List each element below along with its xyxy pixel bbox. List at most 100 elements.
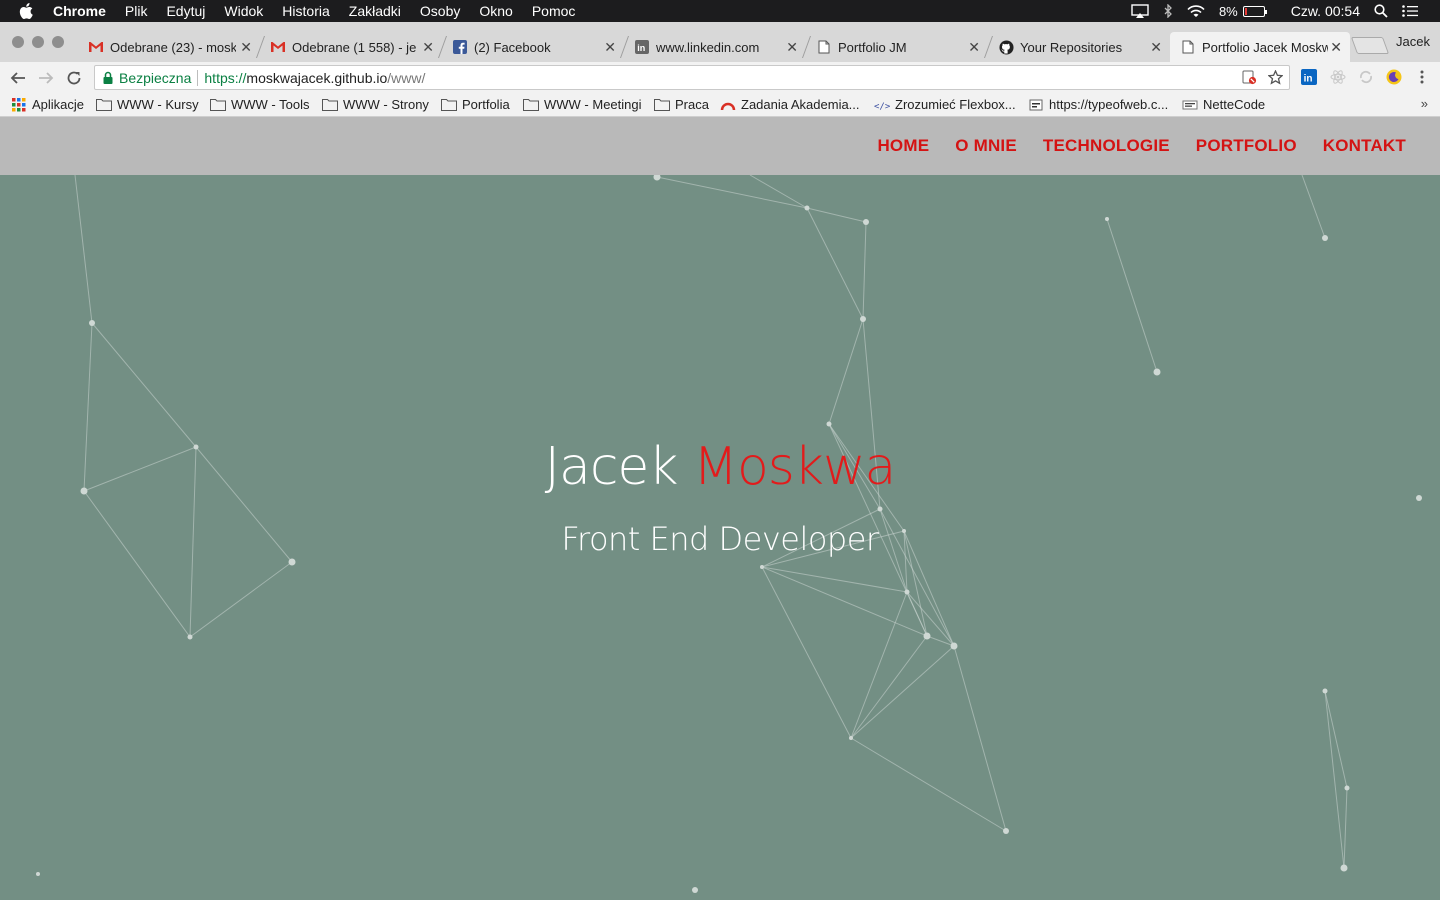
new-tab-button[interactable] [1350, 37, 1390, 54]
zoom-window-button[interactable] [52, 36, 64, 48]
menu-plik[interactable]: Plik [125, 3, 148, 19]
menubar-clock[interactable]: Czw. 00:54 [1291, 3, 1360, 19]
lock-icon[interactable] [103, 71, 113, 84]
bookmark-folder-kursy[interactable]: WWW - Kursy [96, 97, 199, 112]
bookmark-label: Aplikacje [32, 97, 85, 112]
url-path: /www/ [387, 69, 426, 86]
bookmark-label: Portfolia [462, 97, 510, 112]
akademia-icon [720, 98, 736, 112]
bookmark-folder-praca[interactable]: Praca [654, 97, 709, 112]
bookmark-label: Zadania Akademia... [741, 97, 860, 112]
profile-button[interactable]: Jacek [1396, 34, 1430, 49]
gmail-icon [270, 39, 286, 55]
bookmark-folder-strony[interactable]: WWW - Strony [322, 97, 429, 112]
chrome-menu-icon[interactable] [1413, 68, 1431, 86]
bookmark-folder-portfolia[interactable]: Portfolia [441, 97, 510, 112]
tab-title: Portfolio JM [838, 39, 907, 55]
nav-portfolio[interactable]: PORTFOLIO [1196, 136, 1297, 156]
linkedin-extension-icon[interactable]: in [1300, 68, 1318, 86]
hero-section: Jacek Moskwa Front End Developer [0, 175, 1440, 900]
address-bar[interactable]: Bezpieczna https://moskwajacek.github.io… [94, 65, 1290, 90]
bookmark-star-icon[interactable] [1267, 69, 1284, 88]
close-tab-icon[interactable]: ✕ [968, 39, 980, 56]
close-tab-icon[interactable]: ✕ [604, 39, 616, 56]
bluetooth-icon[interactable] [1163, 4, 1173, 18]
close-tab-icon[interactable]: ✕ [1330, 39, 1342, 56]
close-tab-icon[interactable]: ✕ [240, 39, 252, 56]
sync-extension-icon[interactable] [1357, 68, 1375, 86]
tab-linkedin[interactable]: in www.linkedin.com ✕ [619, 32, 806, 62]
menu-pomoc[interactable]: Pomoc [532, 3, 576, 19]
apps-grid-icon [11, 97, 27, 112]
svg-text:in: in [1304, 74, 1313, 85]
bookmark-zadania-akademia[interactable]: Zadania Akademia... [720, 97, 860, 112]
github-icon [998, 39, 1014, 55]
bookmark-label: WWW - Kursy [117, 97, 199, 112]
menu-okno[interactable]: Okno [479, 3, 512, 19]
tab-title: Your Repositories [1020, 39, 1123, 55]
menu-edytuj[interactable]: Edytuj [166, 3, 205, 19]
close-tab-icon[interactable]: ✕ [422, 39, 434, 56]
url-host: moskwajacek.github.io [246, 69, 388, 86]
nav-technologie[interactable]: TECHNOLOGIE [1043, 136, 1170, 156]
nav-home[interactable]: HOME [877, 136, 929, 156]
linkedin-icon: in [634, 39, 650, 55]
url-scheme: https:// [204, 69, 247, 86]
tab-portfolio-jm[interactable]: Portfolio JM ✕ [801, 32, 988, 62]
wifi-icon[interactable] [1187, 4, 1205, 18]
macos-menubar: Chrome Plik Edytuj Widok Historia Zakład… [0, 0, 1440, 22]
bookmark-typeofweb[interactable]: https://typeofweb.c... [1028, 97, 1168, 112]
react-devtools-icon[interactable] [1329, 68, 1347, 86]
tab-portfolio-active[interactable]: Portfolio Jacek Moskw ✕ [1170, 32, 1350, 62]
bookmark-folder-meetingi[interactable]: WWW - Meetingi [523, 97, 642, 112]
bookmark-nettecode[interactable]: NetteCode [1182, 97, 1265, 112]
bookmark-folder-tools[interactable]: WWW - Tools [210, 97, 309, 112]
menu-app-name[interactable]: Chrome [53, 3, 106, 19]
bookmark-flexbox[interactable]: </> Zrozumieć Flexbox... [874, 97, 1016, 112]
hero-name: Jacek Moskwa [0, 437, 1440, 497]
close-tab-icon[interactable]: ✕ [786, 39, 798, 56]
window-controls [12, 36, 72, 48]
airplay-icon[interactable] [1131, 4, 1149, 18]
tab-github[interactable]: Your Repositories ✕ [983, 32, 1170, 62]
typeofweb-icon [1028, 98, 1044, 112]
minimize-window-button[interactable] [32, 36, 44, 48]
address-divider [197, 69, 199, 86]
close-window-button[interactable] [12, 36, 24, 48]
bookmark-label: Zrozumieć Flexbox... [895, 97, 1016, 112]
tab-gmail-2[interactable]: Odebrane (1 558) - je ✕ [255, 32, 442, 62]
bookmark-label: Praca [675, 97, 709, 112]
bookmarks-overflow-button[interactable]: » [1421, 96, 1428, 111]
menu-widok[interactable]: Widok [224, 3, 263, 19]
notification-center-icon[interactable] [1402, 5, 1418, 17]
folder-icon [523, 98, 539, 112]
gmail-icon [88, 39, 104, 55]
tab-title: Odebrane (1 558) - je [292, 39, 417, 55]
search-icon[interactable] [1374, 4, 1388, 18]
bookmark-label: WWW - Tools [231, 97, 310, 112]
menu-osoby[interactable]: Osoby [420, 3, 460, 19]
tab-gmail-1[interactable]: Odebrane (23) - mosk ✕ [78, 32, 260, 62]
menu-zakladki[interactable]: Zakładki [349, 3, 401, 19]
nettecode-icon [1182, 98, 1198, 112]
tab-title: Odebrane (23) - mosk [110, 39, 236, 55]
night-mode-extension-icon[interactable] [1385, 68, 1403, 86]
secure-label[interactable]: Bezpieczna [119, 70, 191, 86]
menu-historia[interactable]: Historia [282, 3, 329, 19]
apple-icon[interactable] [19, 3, 37, 19]
reload-button[interactable] [64, 68, 84, 88]
bookmark-aplikacje[interactable]: Aplikacje [11, 97, 84, 112]
back-button[interactable] [8, 68, 28, 88]
nav-kontakt[interactable]: KONTAKT [1323, 136, 1406, 156]
bookmark-label: WWW - Strony [343, 97, 429, 112]
page-icon [1180, 39, 1196, 55]
blocked-popup-icon[interactable] [1242, 70, 1257, 88]
tab-facebook[interactable]: (2) Facebook ✕ [437, 32, 624, 62]
close-tab-icon[interactable]: ✕ [1150, 39, 1162, 56]
battery-icon[interactable] [1242, 5, 1267, 17]
page-icon [816, 39, 832, 55]
tab-title: www.linkedin.com [656, 39, 760, 55]
folder-icon [210, 98, 226, 112]
nav-o-mnie[interactable]: O MNIE [955, 136, 1017, 156]
forward-button[interactable] [36, 68, 56, 88]
